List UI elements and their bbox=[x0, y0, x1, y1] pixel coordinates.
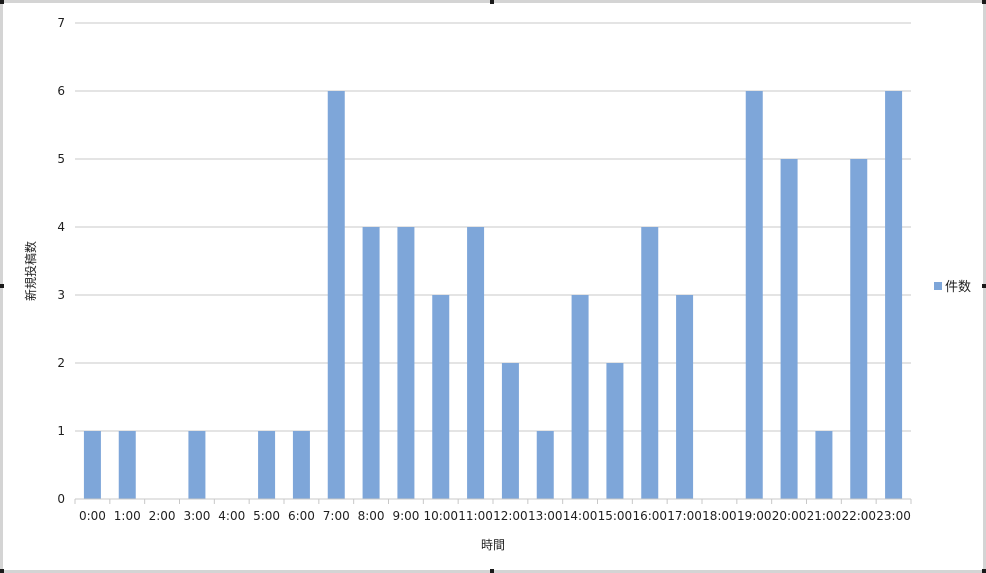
x-tick-label: 21:00 bbox=[807, 509, 842, 523]
bar-chart: 0 1 2 3 4 5 6 7 0:00 1:00 2:00 3:00 4:00 5:00 6:00 7:0… bbox=[23, 16, 971, 552]
x-tick-label: 11:00 bbox=[458, 509, 493, 523]
bar-23:00 bbox=[885, 91, 903, 499]
y-tick-label: 3 bbox=[57, 288, 65, 302]
x-tick-label: 7:00 bbox=[323, 509, 350, 523]
bar-12:00 bbox=[501, 363, 519, 499]
y-tick-label: 5 bbox=[57, 152, 65, 166]
legend-label: 件数 bbox=[945, 280, 971, 295]
x-tick-label: 3:00 bbox=[183, 509, 210, 523]
x-tick-label: 18:00 bbox=[702, 509, 737, 523]
x-tick-label: 19:00 bbox=[737, 509, 772, 523]
x-tick-label: 8:00 bbox=[358, 509, 385, 523]
y-axis-tick-labels: 0 1 2 3 4 5 6 7 bbox=[57, 16, 65, 506]
x-tick-label: 16:00 bbox=[632, 509, 667, 523]
x-tick-label: 22:00 bbox=[841, 509, 876, 523]
y-tick-label: 2 bbox=[57, 356, 65, 370]
x-tick-label: 13:00 bbox=[528, 509, 563, 523]
x-tick-label: 10:00 bbox=[423, 509, 458, 523]
bar-13:00 bbox=[536, 431, 554, 499]
x-tick-label: 17:00 bbox=[667, 509, 702, 523]
x-tick-label: 9:00 bbox=[392, 509, 419, 523]
x-tick-label: 14:00 bbox=[563, 509, 598, 523]
x-tick-label: 12:00 bbox=[493, 509, 528, 523]
bar-14:00 bbox=[571, 295, 589, 499]
x-tick-label: 20:00 bbox=[772, 509, 807, 523]
bar-1:00 bbox=[118, 431, 136, 499]
bar-15:00 bbox=[606, 363, 624, 499]
bar-20:00 bbox=[780, 159, 798, 499]
bar-10:00 bbox=[432, 295, 450, 499]
y-tick-label: 6 bbox=[57, 84, 65, 98]
y-tick-label: 1 bbox=[57, 424, 65, 438]
bar-22:00 bbox=[850, 159, 868, 499]
x-tick-label: 2:00 bbox=[149, 509, 176, 523]
x-tick-label: 6:00 bbox=[288, 509, 315, 523]
bar-3:00 bbox=[188, 431, 206, 499]
y-tick-label: 0 bbox=[57, 492, 65, 506]
x-axis-tick-labels: 0:00 1:00 2:00 3:00 4:00 5:00 6:00 7:00 8:00 9:00… bbox=[74, 499, 912, 523]
y-tick-label: 4 bbox=[57, 220, 65, 234]
legend: 件数 bbox=[934, 280, 971, 295]
bar-0:00 bbox=[83, 431, 101, 499]
y-axis-title: 新規投稿数 bbox=[23, 241, 38, 301]
x-axis-title: 時間 bbox=[481, 538, 505, 552]
bar-19:00 bbox=[745, 91, 763, 499]
bar-21:00 bbox=[815, 431, 833, 499]
bar-6:00 bbox=[292, 431, 310, 499]
bar-8:00 bbox=[362, 227, 380, 499]
x-tick-label: 0:00 bbox=[79, 509, 106, 523]
x-tick-label: 5:00 bbox=[253, 509, 280, 523]
x-tick-label: 4:00 bbox=[218, 509, 245, 523]
x-tick-label: 1:00 bbox=[114, 509, 141, 523]
bar-9:00 bbox=[397, 227, 415, 499]
bar-16:00 bbox=[641, 227, 659, 499]
bar-11:00 bbox=[467, 227, 485, 499]
bar-17:00 bbox=[676, 295, 694, 499]
x-tick-label: 15:00 bbox=[598, 509, 633, 523]
x-tick-label: 23:00 bbox=[876, 509, 911, 523]
bar-5:00 bbox=[258, 431, 276, 499]
bar-7:00 bbox=[327, 91, 345, 499]
legend-swatch bbox=[934, 282, 942, 290]
y-tick-label: 7 bbox=[57, 16, 65, 30]
